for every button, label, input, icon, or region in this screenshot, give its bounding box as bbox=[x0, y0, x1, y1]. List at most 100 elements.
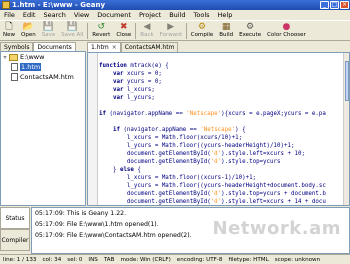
tree-item-file[interactable]: 1.htm bbox=[1, 62, 85, 72]
code-line[interactable] bbox=[99, 118, 345, 126]
status-col: col: 34 bbox=[42, 256, 62, 263]
build-icon: ▦ bbox=[221, 22, 231, 32]
code-editor[interactable]: function mtrack(e) { var xcurs = 0; var … bbox=[87, 52, 350, 206]
code-line[interactable]: var l_xcurs; bbox=[99, 86, 345, 94]
menu-document[interactable]: Document bbox=[93, 11, 135, 19]
status-sel: sel: 0 bbox=[67, 256, 83, 263]
close-window-button[interactable]: × bbox=[340, 1, 349, 9]
editor-tabs: 1.htm × ContactsAM.htm bbox=[87, 42, 350, 52]
code-line[interactable]: document.getElementById('d').style.left=… bbox=[99, 198, 345, 205]
forward-icon: ▶ bbox=[167, 22, 175, 32]
menu-search[interactable]: Search bbox=[39, 11, 69, 19]
forward-button[interactable]: ▶ Forward bbox=[157, 21, 185, 39]
fold-gutter[interactable] bbox=[88, 53, 98, 205]
toolbar-separator bbox=[185, 23, 187, 39]
tree-item-label: ContactsAM.htm bbox=[20, 73, 74, 81]
status-scope: scope: unknown bbox=[274, 256, 321, 263]
file-icon bbox=[11, 63, 18, 71]
sidebar-tabs: Symbols Documents bbox=[0, 42, 86, 51]
color-chooser-icon: ● bbox=[282, 22, 291, 32]
save-all-button[interactable]: 💾 Save All bbox=[58, 21, 86, 39]
message-window: Status Compiler 05:17:09: This is Geany … bbox=[0, 207, 350, 254]
status-line: line: 1 / 133 bbox=[3, 256, 37, 263]
tree-item-file[interactable]: ContactsAM.htm bbox=[1, 72, 85, 82]
code-line[interactable]: var l_ycurs; bbox=[99, 94, 345, 102]
menu-tools[interactable]: Tools bbox=[190, 11, 214, 19]
menu-view[interactable]: View bbox=[70, 11, 93, 19]
build-button[interactable]: ▦ Build bbox=[216, 21, 236, 39]
status-messages: 05:17:09: This is Geany 1.22. 05:17:09: … bbox=[31, 207, 350, 254]
status-filetype: filetype: HTML bbox=[228, 256, 269, 263]
menu-help[interactable]: Help bbox=[214, 11, 237, 19]
execute-button[interactable]: ⚙ Execute bbox=[236, 21, 264, 39]
code-line[interactable] bbox=[99, 102, 345, 110]
tree-item-label: 1.htm bbox=[20, 63, 42, 71]
editor-scrollbar[interactable] bbox=[343, 53, 349, 205]
code-line[interactable]: var xcurs = 0; bbox=[99, 70, 345, 78]
execute-icon: ⚙ bbox=[246, 22, 255, 32]
close-file-icon: ✖ bbox=[120, 22, 128, 32]
new-button[interactable]: 🗋 New bbox=[0, 21, 18, 39]
open-folder-icon: 📂 bbox=[22, 22, 34, 32]
save-icon: 💾 bbox=[42, 22, 55, 32]
tab-compiler[interactable]: Compiler bbox=[0, 229, 30, 251]
tab-symbols[interactable]: Symbols bbox=[0, 42, 34, 51]
open-button[interactable]: 📂 Open bbox=[18, 21, 39, 39]
save-button[interactable]: 💾 Save bbox=[39, 21, 59, 39]
status-tab: TAB bbox=[103, 256, 115, 263]
back-button[interactable]: ◀ Back bbox=[137, 21, 156, 39]
menu-build[interactable]: Build bbox=[165, 11, 189, 19]
save-all-icon: 💾 bbox=[66, 22, 78, 32]
file-icon bbox=[11, 73, 18, 81]
window-title: 1.htm - E:\www - Geany bbox=[12, 1, 106, 9]
tab-documents[interactable]: Documents bbox=[33, 42, 76, 51]
code-line[interactable]: function mtrack(e) { bbox=[99, 62, 345, 70]
status-ins: INS bbox=[88, 256, 98, 263]
tree-item-folder[interactable]: ▿ E:\www bbox=[1, 52, 85, 62]
documents-tree: ▿ E:\www 1.htm ContactsAM.htm bbox=[0, 51, 86, 206]
tab-1-htm[interactable]: 1.htm × bbox=[87, 42, 121, 52]
code-line[interactable]: document.getElementById('d').style.top=y… bbox=[99, 190, 345, 198]
color-chooser-button[interactable]: ● Color Chooser bbox=[264, 21, 309, 39]
code-line[interactable]: var ycurs = 0; bbox=[99, 78, 345, 86]
scrollbar-thumb[interactable] bbox=[345, 61, 349, 101]
maximize-button[interactable]: □ bbox=[330, 1, 339, 9]
revert-icon: ↺ bbox=[97, 22, 106, 32]
minimize-button[interactable]: _ bbox=[320, 1, 329, 9]
code-line[interactable]: document.getElementById('d').style.top=y… bbox=[99, 158, 345, 166]
close-file-button[interactable]: ✖ Close bbox=[113, 21, 134, 39]
close-tab-icon[interactable]: × bbox=[112, 43, 117, 52]
new-file-icon: 🗋 bbox=[5, 22, 13, 32]
folder-icon bbox=[9, 53, 18, 61]
tab-label: 1.htm bbox=[91, 44, 109, 51]
tab-contactsam-htm[interactable]: ContactsAM.htm bbox=[120, 42, 179, 52]
code-line[interactable]: l_xcurs = Math.floor((xcurs-1)/10)+1; bbox=[99, 174, 345, 182]
compile-button[interactable]: ⚙ Compile bbox=[188, 21, 217, 39]
status-encoding: encoding: UTF-8 bbox=[176, 256, 223, 263]
sidebar: Symbols Documents ▿ E:\www 1.htm Contact… bbox=[0, 42, 86, 206]
code-line[interactable]: document.getElementById('d').style.left=… bbox=[99, 150, 345, 158]
watermark: Network.am bbox=[212, 218, 341, 239]
message-tabs: Status Compiler bbox=[0, 207, 30, 254]
code-line[interactable]: l_ycurs = Math.floor((ycurs-headerHeight… bbox=[99, 142, 345, 150]
compile-icon: ⚙ bbox=[197, 22, 207, 32]
tab-status[interactable]: Status bbox=[0, 207, 30, 229]
toolbar-separator bbox=[135, 23, 137, 39]
menu-project[interactable]: Project bbox=[135, 11, 165, 19]
code-line[interactable] bbox=[99, 54, 345, 62]
menu-edit[interactable]: Edit bbox=[19, 11, 40, 19]
code-line[interactable]: l_xcurs = Math.floor(xcurs/10)+1; bbox=[99, 134, 345, 142]
revert-button[interactable]: ↺ Revert bbox=[89, 21, 113, 39]
menu-file[interactable]: File bbox=[0, 11, 19, 19]
back-icon: ◀ bbox=[143, 22, 151, 32]
code-line[interactable]: if (navigator.appName == 'Netscape'){xcu… bbox=[99, 110, 345, 118]
collapse-toggle-icon[interactable]: ▿ bbox=[1, 53, 9, 61]
code-line[interactable]: if (navigator.appName == 'Netscape') { bbox=[99, 126, 345, 134]
code-area[interactable]: function mtrack(e) { var xcurs = 0; var … bbox=[99, 54, 345, 205]
status-bar: line: 1 / 133 col: 34 sel: 0 INS TAB mod… bbox=[0, 254, 350, 264]
toolbar: 🗋 New 📂 Open 💾 Save 💾 Save All ↺ Revert … bbox=[0, 20, 350, 41]
geany-app-icon bbox=[2, 1, 10, 9]
title-bar: 1.htm - E:\www - Geany _ □ × bbox=[0, 0, 350, 10]
code-line[interactable]: } else { bbox=[99, 166, 345, 174]
code-line[interactable]: l_ycurs = Math.floor((ycurs-headerHeight… bbox=[99, 182, 345, 190]
